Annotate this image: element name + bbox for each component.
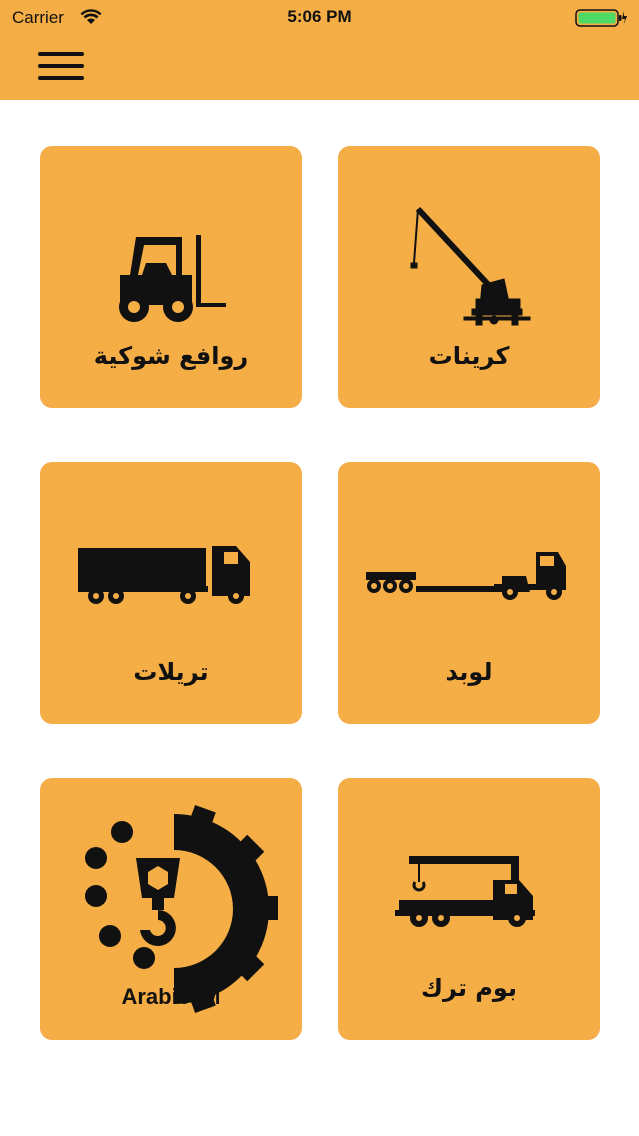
logo-text: Arabic. M xyxy=(121,984,220,1009)
tile-label: بوم ترك xyxy=(421,974,517,1002)
tile-label: تريلات xyxy=(133,658,209,686)
tile-lowbed[interactable]: لوبد xyxy=(338,462,600,724)
tile-forklifts[interactable]: روافع شوكية xyxy=(40,146,302,408)
semi-truck-icon xyxy=(78,546,250,604)
tile-label: كرينات xyxy=(428,342,510,370)
tile-label: روافع شوكية xyxy=(93,342,249,370)
tile-arabic-m-logo[interactable]: Arabic. M xyxy=(40,778,302,1040)
tile-boom-truck[interactable]: بوم ترك xyxy=(338,778,600,1040)
tile-label: لوبد xyxy=(445,658,493,686)
crane-icon xyxy=(410,206,531,326)
tile-trailers[interactable]: تريلات xyxy=(40,462,302,724)
lowbed-trailer-icon xyxy=(366,552,566,600)
equipment-grid: كرينات روافع شوكية لوبد تريلات بوم ترك A… xyxy=(0,0,639,1136)
arabic-m-logo: Arabic. M xyxy=(85,805,278,1013)
boom-truck-icon xyxy=(395,856,535,927)
forklift-icon xyxy=(119,235,226,322)
tile-cranes[interactable]: كرينات xyxy=(338,146,600,408)
